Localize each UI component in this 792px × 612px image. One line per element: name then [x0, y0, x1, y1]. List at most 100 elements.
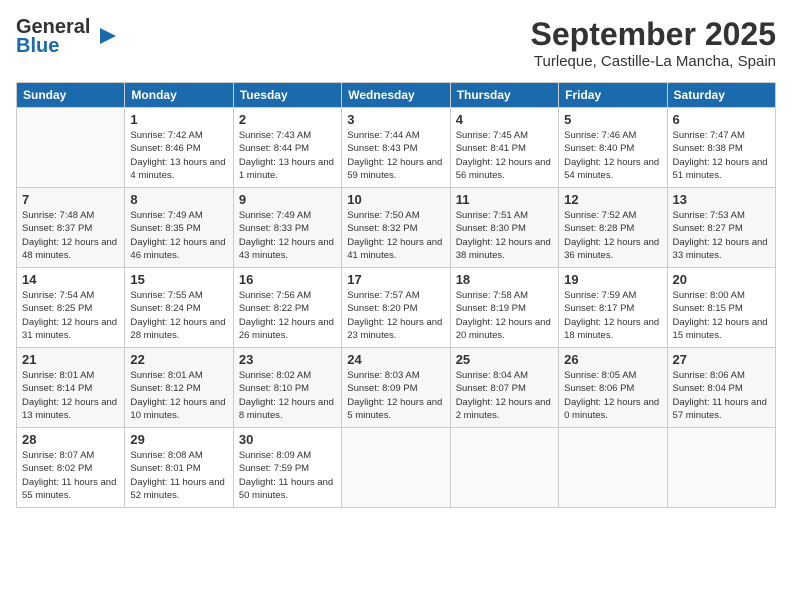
day-info: Sunrise: 8:07 AM Sunset: 8:02 PM Dayligh…	[22, 449, 119, 502]
week-row-1: 1Sunrise: 7:42 AM Sunset: 8:46 PM Daylig…	[17, 108, 776, 188]
day-number: 27	[673, 352, 770, 367]
day-info: Sunrise: 7:50 AM Sunset: 8:32 PM Dayligh…	[347, 209, 444, 262]
day-info: Sunrise: 8:02 AM Sunset: 8:10 PM Dayligh…	[239, 369, 336, 422]
day-number: 29	[130, 432, 227, 447]
logo-blue-text: Blue	[16, 35, 59, 58]
day-number: 24	[347, 352, 444, 367]
day-info: Sunrise: 7:43 AM Sunset: 8:44 PM Dayligh…	[239, 129, 336, 182]
day-info: Sunrise: 7:47 AM Sunset: 8:38 PM Dayligh…	[673, 129, 770, 182]
day-number: 9	[239, 192, 336, 207]
week-row-4: 21 Sunrise: 8:01 AM Sunset: 8:14 PM Dayli…	[17, 348, 776, 428]
day-number: 11	[456, 192, 553, 207]
day-info: Sunrise: 7:45 AM Sunset: 8:41 PM Dayligh…	[456, 129, 553, 182]
day-number: 21	[22, 352, 119, 367]
day-cell	[667, 428, 775, 508]
day-cell	[559, 428, 667, 508]
day-cell: 16 Sunrise: 7:56 AM Sunset: 8:22 PM Dayli…	[233, 268, 341, 348]
week-row-5: 28Sunrise: 8:07 AM Sunset: 8:02 PM Dayli…	[17, 428, 776, 508]
day-number: 30	[239, 432, 336, 447]
weekday-header-sunday: Sunday	[17, 83, 125, 108]
day-info: Sunrise: 7:44 AM Sunset: 8:43 PM Dayligh…	[347, 129, 444, 182]
day-cell	[450, 428, 558, 508]
day-cell: 12 Sunrise: 7:52 AM Sunset: 8:28 PM Dayli…	[559, 188, 667, 268]
day-cell: 26 Sunrise: 8:05 AM Sunset: 8:06 PM Dayli…	[559, 348, 667, 428]
day-info: Sunrise: 7:49 AM Sunset: 8:33 PM Dayligh…	[239, 209, 336, 262]
header: General Blue September 2025 Turleque, Ca…	[16, 16, 776, 70]
day-cell: 19 Sunrise: 7:59 AM Sunset: 8:17 PM Dayli…	[559, 268, 667, 348]
day-number: 20	[673, 272, 770, 287]
day-number: 18	[456, 272, 553, 287]
day-cell	[17, 108, 125, 188]
day-number: 19	[564, 272, 661, 287]
day-cell: 14 Sunrise: 7:54 AM Sunset: 8:25 PM Dayli…	[17, 268, 125, 348]
day-cell: 18Sunrise: 7:58 AM Sunset: 8:19 PM Dayli…	[450, 268, 558, 348]
day-number: 25	[456, 352, 553, 367]
day-number: 3	[347, 112, 444, 127]
day-cell: 20 Sunrise: 8:00 AM Sunset: 8:15 PM Dayli…	[667, 268, 775, 348]
weekday-header-wednesday: Wednesday	[342, 83, 450, 108]
week-row-3: 14 Sunrise: 7:54 AM Sunset: 8:25 PM Dayli…	[17, 268, 776, 348]
day-info: Sunrise: 7:53 AM Sunset: 8:27 PM Dayligh…	[673, 209, 770, 262]
weekday-header-thursday: Thursday	[450, 83, 558, 108]
day-cell: 6Sunrise: 7:47 AM Sunset: 8:38 PM Daylig…	[667, 108, 775, 188]
day-cell: 7 Sunrise: 7:48 AM Sunset: 8:37 PM Daylig…	[17, 188, 125, 268]
weekday-header-monday: Monday	[125, 83, 233, 108]
day-info: Sunrise: 7:56 AM Sunset: 8:22 PM Dayligh…	[239, 289, 336, 342]
day-info: Sunrise: 8:09 AM Sunset: 7:59 PM Dayligh…	[239, 449, 336, 502]
day-cell: 17 Sunrise: 7:57 AM Sunset: 8:20 PM Dayli…	[342, 268, 450, 348]
day-info: Sunrise: 7:54 AM Sunset: 8:25 PM Dayligh…	[22, 289, 119, 342]
location-title: Turleque, Castille-La Mancha, Spain	[531, 53, 776, 70]
day-info: Sunrise: 7:49 AM Sunset: 8:35 PM Dayligh…	[130, 209, 227, 262]
day-number: 4	[456, 112, 553, 127]
title-area: September 2025 Turleque, Castille-La Man…	[531, 16, 776, 70]
day-number: 7	[22, 192, 119, 207]
day-cell	[342, 428, 450, 508]
day-info: Sunrise: 7:57 AM Sunset: 8:20 PM Dayligh…	[347, 289, 444, 342]
week-row-2: 7 Sunrise: 7:48 AM Sunset: 8:37 PM Daylig…	[17, 188, 776, 268]
day-number: 5	[564, 112, 661, 127]
day-cell: 28Sunrise: 8:07 AM Sunset: 8:02 PM Dayli…	[17, 428, 125, 508]
day-cell: 23Sunrise: 8:02 AM Sunset: 8:10 PM Dayli…	[233, 348, 341, 428]
weekday-header-tuesday: Tuesday	[233, 83, 341, 108]
day-number: 12	[564, 192, 661, 207]
day-cell: 5 Sunrise: 7:46 AM Sunset: 8:40 PM Daylig…	[559, 108, 667, 188]
day-info: Sunrise: 7:55 AM Sunset: 8:24 PM Dayligh…	[130, 289, 227, 342]
day-number: 16	[239, 272, 336, 287]
day-cell: 10 Sunrise: 7:50 AM Sunset: 8:32 PM Dayli…	[342, 188, 450, 268]
day-info: Sunrise: 7:42 AM Sunset: 8:46 PM Dayligh…	[130, 129, 227, 182]
day-cell: 11Sunrise: 7:51 AM Sunset: 8:30 PM Dayli…	[450, 188, 558, 268]
day-cell: 25 Sunrise: 8:04 AM Sunset: 8:07 PM Dayli…	[450, 348, 558, 428]
weekday-header-row: SundayMondayTuesdayWednesdayThursdayFrid…	[17, 83, 776, 108]
day-number: 13	[673, 192, 770, 207]
day-number: 22	[130, 352, 227, 367]
month-title: September 2025	[531, 16, 776, 53]
day-number: 26	[564, 352, 661, 367]
logo: General Blue	[16, 16, 100, 58]
day-cell: 2Sunrise: 7:43 AM Sunset: 8:44 PM Daylig…	[233, 108, 341, 188]
day-info: Sunrise: 8:00 AM Sunset: 8:15 PM Dayligh…	[673, 289, 770, 342]
day-cell: 21 Sunrise: 8:01 AM Sunset: 8:14 PM Dayli…	[17, 348, 125, 428]
day-info: Sunrise: 7:46 AM Sunset: 8:40 PM Dayligh…	[564, 129, 661, 182]
day-info: Sunrise: 7:48 AM Sunset: 8:37 PM Dayligh…	[22, 209, 119, 262]
day-number: 8	[130, 192, 227, 207]
day-number: 14	[22, 272, 119, 287]
day-cell: 3 Sunrise: 7:44 AM Sunset: 8:43 PM Daylig…	[342, 108, 450, 188]
calendar-table: SundayMondayTuesdayWednesdayThursdayFrid…	[16, 82, 776, 508]
weekday-header-saturday: Saturday	[667, 83, 775, 108]
day-cell: 1Sunrise: 7:42 AM Sunset: 8:46 PM Daylig…	[125, 108, 233, 188]
day-cell: 8 Sunrise: 7:49 AM Sunset: 8:35 PM Daylig…	[125, 188, 233, 268]
day-cell: 15 Sunrise: 7:55 AM Sunset: 8:24 PM Dayli…	[125, 268, 233, 348]
day-info: Sunrise: 8:06 AM Sunset: 8:04 PM Dayligh…	[673, 369, 770, 422]
day-info: Sunrise: 8:01 AM Sunset: 8:14 PM Dayligh…	[22, 369, 119, 422]
day-cell: 29Sunrise: 8:08 AM Sunset: 8:01 PM Dayli…	[125, 428, 233, 508]
day-number: 17	[347, 272, 444, 287]
day-cell: 13 Sunrise: 7:53 AM Sunset: 8:27 PM Dayli…	[667, 188, 775, 268]
day-cell: 24Sunrise: 8:03 AM Sunset: 8:09 PM Dayli…	[342, 348, 450, 428]
day-info: Sunrise: 8:05 AM Sunset: 8:06 PM Dayligh…	[564, 369, 661, 422]
day-info: Sunrise: 7:52 AM Sunset: 8:28 PM Dayligh…	[564, 209, 661, 262]
day-info: Sunrise: 7:59 AM Sunset: 8:17 PM Dayligh…	[564, 289, 661, 342]
day-number: 15	[130, 272, 227, 287]
day-info: Sunrise: 8:01 AM Sunset: 8:12 PM Dayligh…	[130, 369, 227, 422]
day-info: Sunrise: 8:04 AM Sunset: 8:07 PM Dayligh…	[456, 369, 553, 422]
day-number: 10	[347, 192, 444, 207]
